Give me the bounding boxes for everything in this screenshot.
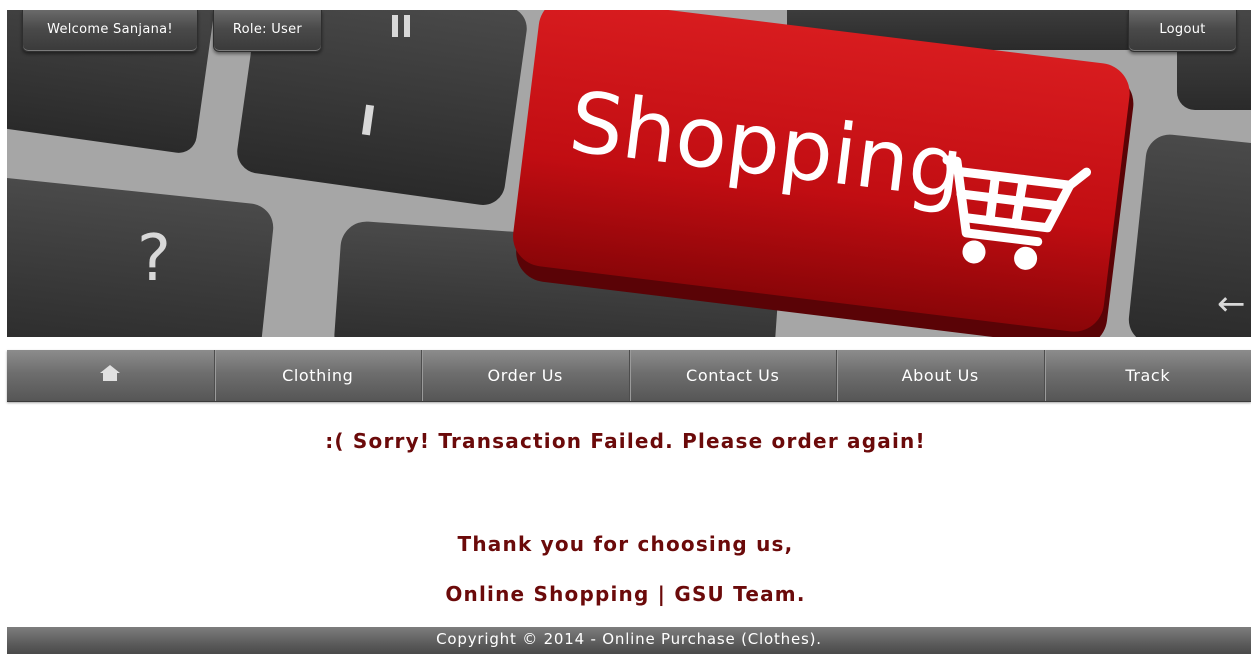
nav-clothing[interactable]: Clothing — [215, 350, 422, 401]
footer: Copyright © 2014 - Online Purchase (Clot… — [7, 627, 1251, 654]
nav-contact-us[interactable]: Contact Us — [630, 350, 837, 401]
nav-home[interactable] — [7, 350, 215, 401]
nav-track-label: Track — [1125, 366, 1171, 385]
nav-order-us-label: Order Us — [487, 366, 563, 385]
nav-clothing-label: Clothing — [282, 366, 354, 385]
team-signature: Online Shopping | GSU Team. — [445, 582, 806, 606]
nav-track[interactable]: Track — [1045, 350, 1251, 401]
nav-about-us[interactable]: About Us — [837, 350, 1045, 401]
transaction-failed-message: :( Sorry! Transaction Failed. Please ord… — [325, 429, 926, 453]
question-key-glyph: ? — [137, 222, 171, 296]
banner-keyboard-image: ? Shopping ← — [7, 10, 1251, 337]
nav-about-us-label: About Us — [901, 366, 979, 385]
logout-button[interactable]: Logout — [1128, 10, 1237, 52]
thanks-message: Thank you for choosing us, — [457, 532, 794, 556]
copyright-text: Copyright © 2014 - Online Purchase (Clot… — [436, 630, 822, 648]
welcome-label: Welcome Sanjana! — [47, 22, 173, 37]
svg-text:←: ← — [1217, 284, 1246, 324]
role-button[interactable]: Role: User — [213, 10, 322, 52]
logout-label: Logout — [1159, 22, 1206, 37]
main-nav: Clothing Order Us Contact Us About Us Tr… — [7, 350, 1251, 402]
nav-contact-us-label: Contact Us — [686, 366, 780, 385]
role-label: Role: User — [232, 22, 303, 37]
welcome-button[interactable]: Welcome Sanjana! — [22, 10, 198, 52]
home-icon — [100, 364, 121, 381]
nav-order-us[interactable]: Order Us — [422, 350, 630, 401]
header-banner: ? Shopping ← Welcome Sanjana! Role: User — [7, 10, 1251, 337]
